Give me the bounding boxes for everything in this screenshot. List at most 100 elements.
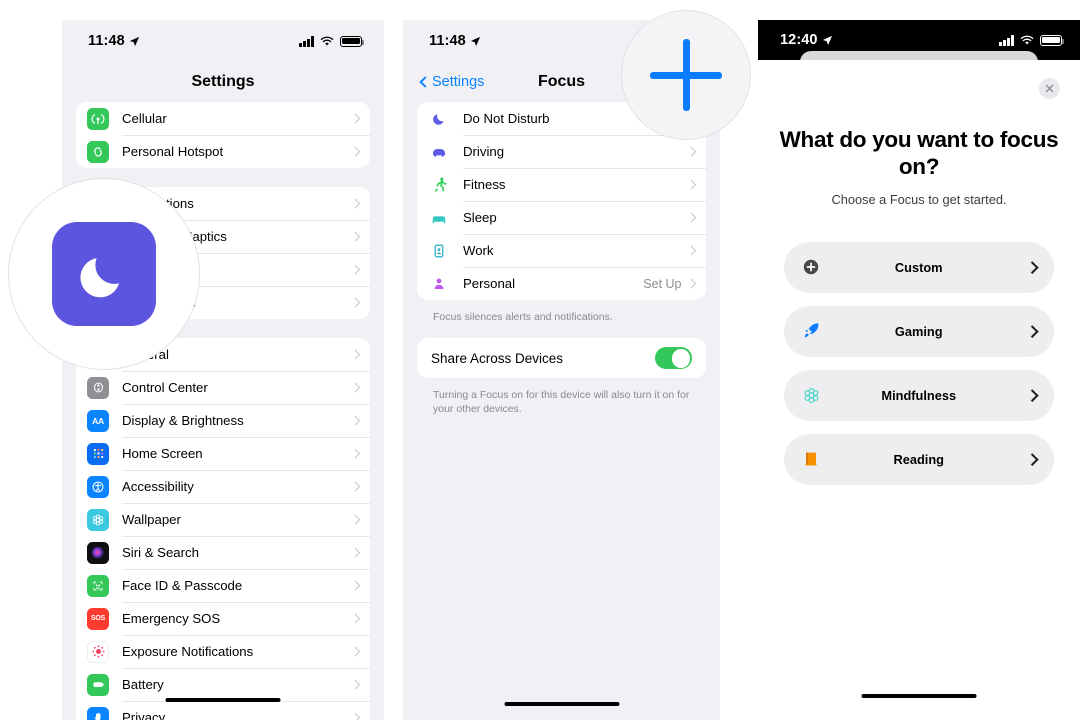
settings-row-display-brightness[interactable]: AA Display & Brightness — [76, 404, 370, 437]
iphone-focus-picker-panel: 12:40 What do you want to focus on? Choo… — [758, 20, 1080, 720]
personal-hotspot-icon — [87, 140, 109, 163]
status-bar: 12:40 — [758, 20, 1080, 69]
focus-option-label: Gaming — [894, 323, 943, 339]
chevron-right-icon — [350, 580, 360, 591]
focus-option-label: Mindfulness — [881, 387, 957, 403]
status-bar-indicators — [999, 34, 1065, 46]
share-across-devices-group: Share Across Devices — [417, 338, 706, 379]
focus-scroll-area[interactable]: Do Not Disturb Driving Fitness Sleep Wor… — [403, 102, 720, 417]
cellular-bars-icon — [299, 36, 314, 47]
wallpaper-icon — [87, 508, 109, 531]
settings-row-label: Emergency SOS — [122, 611, 221, 626]
settings-row-cellular[interactable]: Cellular — [76, 102, 370, 135]
page-title: Settings — [191, 73, 255, 90]
wifi-icon — [320, 36, 334, 46]
chevron-right-icon — [350, 198, 360, 209]
status-bar-time-group: 11:48 — [88, 33, 140, 49]
settings-row-label: Siri & Search — [122, 545, 199, 560]
focus-option-custom[interactable]: Custom — [784, 241, 1054, 293]
status-time: 11:48 — [429, 33, 466, 49]
chevron-right-icon — [686, 278, 696, 289]
settings-row-label: Cellular — [122, 111, 167, 126]
settings-row-label: Display & Brightness — [122, 413, 244, 428]
share-across-devices-row[interactable]: Share Across Devices — [417, 338, 706, 379]
chevron-right-icon — [350, 712, 360, 720]
screenshot-stage: 11:48 Settings Cellular Personal Hotspot… — [0, 0, 1080, 720]
picker-subtitle: Choose a Focus to get started. — [831, 191, 1007, 207]
focus-row-label: Work — [463, 243, 494, 258]
chevron-right-icon — [686, 179, 696, 190]
focus-option-mindfulness[interactable]: Mindfulness — [784, 369, 1054, 421]
focus-app-icon-magnifier — [8, 178, 200, 370]
location-arrow-icon — [470, 36, 480, 46]
status-bar: 11:48 — [62, 20, 384, 62]
chevron-right-icon — [350, 547, 360, 558]
settings-row-accessibility[interactable]: Accessibility — [76, 470, 370, 503]
home-indicator — [504, 701, 619, 706]
chevron-right-icon — [1025, 261, 1038, 274]
focus-row-personal[interactable]: Personal Set Up — [417, 267, 706, 300]
focus-row-label: Personal — [463, 276, 516, 291]
settings-row-control-center[interactable]: Control Center — [76, 371, 370, 404]
chevron-right-icon — [350, 415, 360, 426]
cellular-antenna-icon — [87, 107, 109, 130]
focus-row-driving[interactable]: Driving — [417, 135, 706, 168]
focus-option-reading[interactable]: Reading — [784, 433, 1054, 485]
settings-row-siri-search[interactable]: Siri & Search — [76, 536, 370, 569]
work-badge-icon — [428, 243, 450, 259]
control-center-icon — [87, 376, 109, 399]
person-icon — [428, 276, 450, 292]
focus-option-gaming[interactable]: Gaming — [784, 305, 1054, 357]
settings-row-face-id-passcode[interactable]: Face ID & Passcode — [76, 569, 370, 602]
settings-row-exposure-notifications[interactable]: Exposure Notifications — [76, 635, 370, 668]
chevron-right-icon — [350, 448, 360, 459]
chevron-right-icon — [350, 679, 360, 690]
wifi-icon — [1020, 35, 1034, 45]
settings-row-personal-hotspot[interactable]: Personal Hotspot — [76, 135, 370, 168]
face-id-icon — [87, 574, 109, 597]
running-person-icon — [428, 176, 450, 193]
settings-row-battery[interactable]: Battery — [76, 668, 370, 701]
settings-row-wallpaper[interactable]: Wallpaper — [76, 503, 370, 536]
home-indicator — [165, 697, 281, 702]
chevron-right-icon — [350, 646, 360, 657]
display-brightness-icon: AA — [87, 409, 109, 432]
exposure-notifications-icon — [87, 640, 109, 663]
focus-row-label: Sleep — [463, 210, 497, 225]
nav-bar: Settings — [62, 62, 384, 102]
focus-row-fitness[interactable]: Fitness — [417, 168, 706, 201]
close-icon — [1045, 84, 1054, 93]
settings-group-general: General Control Center AA Display & Brig… — [76, 338, 370, 720]
privacy-hand-icon — [87, 706, 109, 720]
settings-row-home-screen[interactable]: Home Screen — [76, 437, 370, 470]
focus-row-label: Driving — [463, 144, 505, 159]
close-x-button[interactable] — [1039, 78, 1060, 99]
home-indicator — [861, 693, 977, 698]
settings-group-connectivity: Cellular Personal Hotspot — [76, 102, 370, 168]
focus-option-label: Custom — [894, 259, 943, 275]
back-label: Settings — [432, 74, 485, 90]
back-to-settings-button[interactable]: Settings — [419, 74, 485, 90]
chevron-right-icon — [686, 245, 696, 256]
chevron-right-icon — [350, 113, 360, 124]
chevron-right-icon — [350, 382, 360, 393]
settings-row-label: Control Center — [122, 380, 208, 395]
location-arrow-icon — [822, 35, 832, 45]
status-bar-time-group: 12:40 — [780, 32, 833, 48]
settings-row-label: Privacy — [122, 710, 166, 720]
share-footnote: Turning a Focus on for this device will … — [433, 389, 690, 416]
settings-row-privacy[interactable]: Privacy — [76, 701, 370, 720]
focus-row-sleep[interactable]: Sleep — [417, 201, 706, 234]
moon-icon — [80, 258, 120, 298]
focus-row-work[interactable]: Work — [417, 234, 706, 267]
battery-icon — [1040, 34, 1065, 46]
share-across-devices-toggle[interactable] — [655, 347, 692, 370]
chevron-right-icon — [1025, 453, 1038, 466]
focus-row-label: Fitness — [463, 177, 506, 192]
settings-row-emergency-sos[interactable]: SOS Emergency SOS — [76, 602, 370, 635]
chevron-right-icon — [350, 146, 360, 157]
settings-row-label: Face ID & Passcode — [122, 578, 243, 593]
chevron-right-icon — [350, 264, 360, 275]
chevron-right-icon — [350, 231, 360, 242]
status-time: 11:48 — [88, 33, 125, 49]
